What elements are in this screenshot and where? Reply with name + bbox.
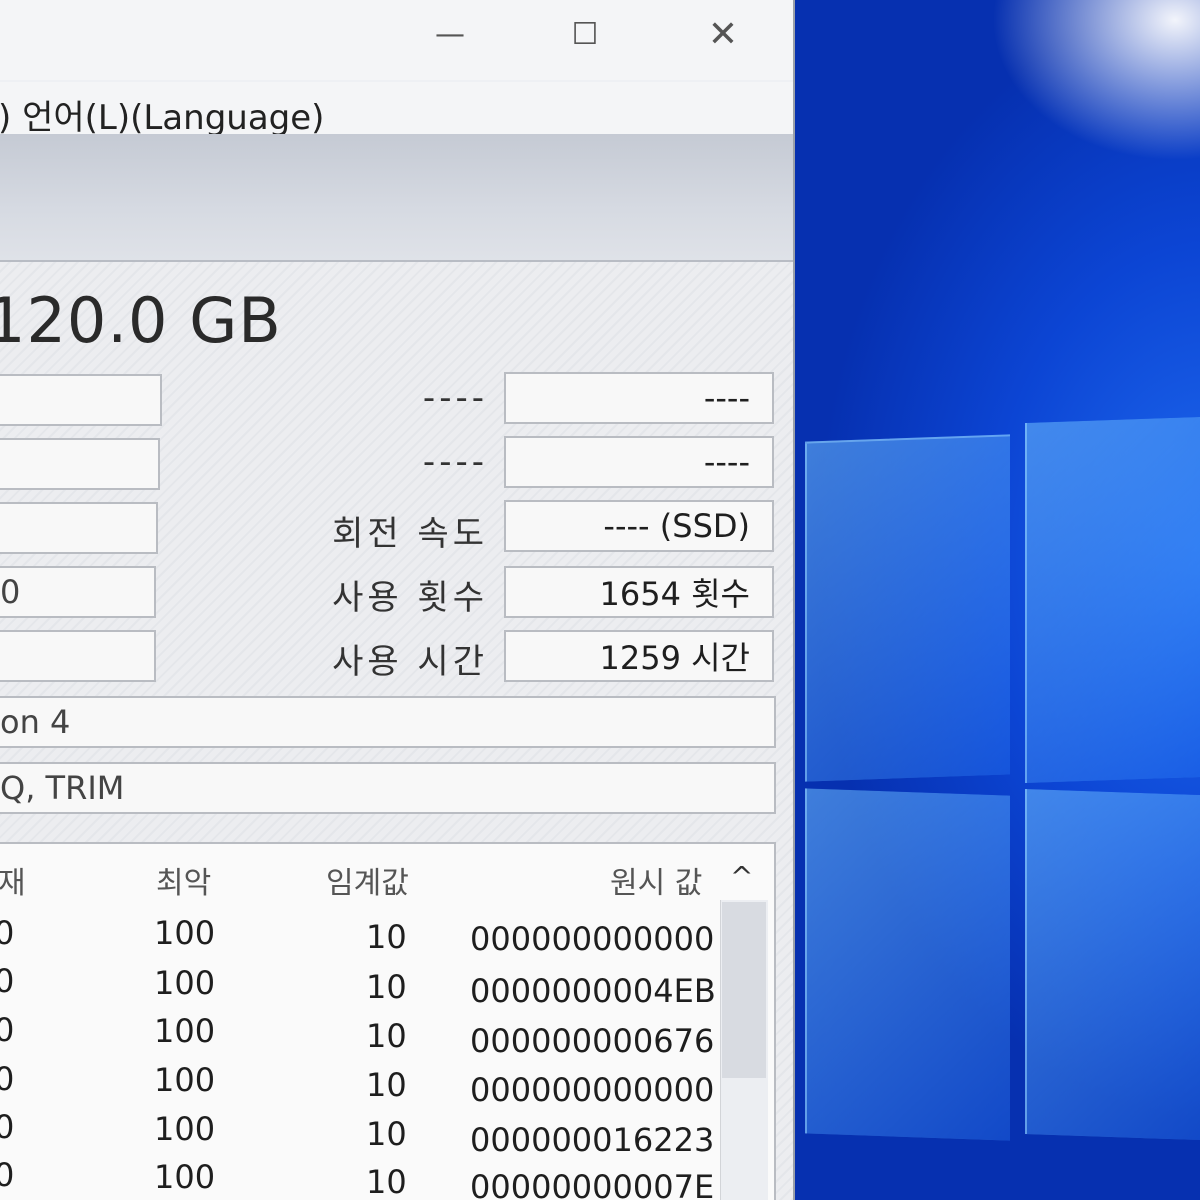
menu-item-language[interactable]: ) 언어(L)(Language) bbox=[0, 90, 324, 139]
cell-raw: 000000016223 bbox=[470, 1121, 715, 1159]
features-field: Q, TRIM bbox=[0, 762, 776, 814]
cell-threshold: 10 bbox=[366, 1017, 407, 1055]
windows-logo-pane bbox=[805, 434, 1010, 782]
cell-threshold: 10 bbox=[366, 1163, 407, 1200]
info-field bbox=[0, 630, 156, 682]
close-button[interactable]: ✕ bbox=[693, 12, 753, 56]
column-header-current[interactable]: 재 bbox=[0, 858, 26, 902]
power-on-hours-label: 사용 시간 bbox=[332, 642, 488, 682]
info-field: 0 bbox=[0, 566, 156, 618]
info-field bbox=[0, 374, 162, 426]
header-band bbox=[0, 134, 793, 262]
windows-logo-pane bbox=[805, 788, 1010, 1141]
cell-worst: 100 bbox=[154, 1158, 216, 1196]
cell-current: 0 bbox=[0, 1011, 14, 1049]
column-header-worst[interactable]: 최악 bbox=[156, 858, 211, 902]
cell-worst: 100 bbox=[154, 964, 216, 1002]
cell-current: 0 bbox=[0, 914, 14, 952]
power-on-count-label: 사용 횟수 bbox=[332, 578, 488, 618]
cell-worst: 100 bbox=[154, 1110, 216, 1148]
info-field bbox=[0, 438, 160, 490]
windows-logo-pane bbox=[1025, 416, 1200, 784]
minimize-button[interactable]: — bbox=[420, 12, 480, 56]
rotation-speed-label: 회전 속도 bbox=[332, 514, 488, 554]
power-on-count-field: 1654 횟수 bbox=[504, 566, 774, 618]
cell-current: 0 bbox=[0, 1060, 14, 1098]
cell-threshold: 10 bbox=[366, 1115, 407, 1153]
title-bar bbox=[0, 0, 793, 80]
cell-worst: 100 bbox=[154, 1061, 216, 1099]
cell-raw: 00000000007E bbox=[470, 1168, 715, 1200]
rotation-speed-field: ---- (SSD) bbox=[504, 500, 774, 552]
desktop-wallpaper bbox=[795, 0, 1200, 1200]
info-value-field: ---- bbox=[504, 372, 774, 424]
power-on-hours-field: 1259 시간 bbox=[504, 630, 774, 682]
cell-threshold: 10 bbox=[366, 968, 407, 1006]
chevron-up-icon[interactable]: ^ bbox=[730, 860, 753, 893]
info-label: ---- bbox=[422, 442, 488, 482]
maximize-button[interactable]: ☐ bbox=[555, 12, 615, 56]
cell-threshold: 10 bbox=[366, 1066, 407, 1104]
info-label: ---- bbox=[422, 378, 488, 418]
cell-raw: 000000000676 bbox=[470, 1022, 715, 1060]
cell-raw: 000000000000 bbox=[470, 1071, 715, 1109]
column-header-threshold[interactable]: 임계값 bbox=[326, 858, 409, 902]
info-value-field: ---- bbox=[504, 436, 774, 488]
cell-raw: 0000000004EB bbox=[470, 972, 716, 1010]
cell-current: 0 bbox=[0, 1108, 14, 1146]
cell-worst: 100 bbox=[154, 1012, 216, 1050]
cell-current: 0 bbox=[0, 962, 14, 1000]
cell-threshold: 10 bbox=[366, 918, 407, 956]
app-window: — ☐ ✕ ) 언어(L)(Language) 120.0 GB 0 ---- … bbox=[0, 0, 795, 1200]
cell-worst: 100 bbox=[154, 914, 216, 952]
scrollbar-thumb[interactable] bbox=[722, 902, 766, 1078]
column-header-raw[interactable]: 원시 값 bbox=[610, 858, 702, 902]
cell-raw: 000000000000 bbox=[470, 920, 715, 958]
standard-field: on 4 bbox=[0, 696, 776, 748]
windows-logo-pane bbox=[1025, 788, 1200, 1141]
disk-capacity: 120.0 GB bbox=[0, 284, 282, 357]
info-field bbox=[0, 502, 158, 554]
cell-current: 0 bbox=[0, 1156, 14, 1194]
